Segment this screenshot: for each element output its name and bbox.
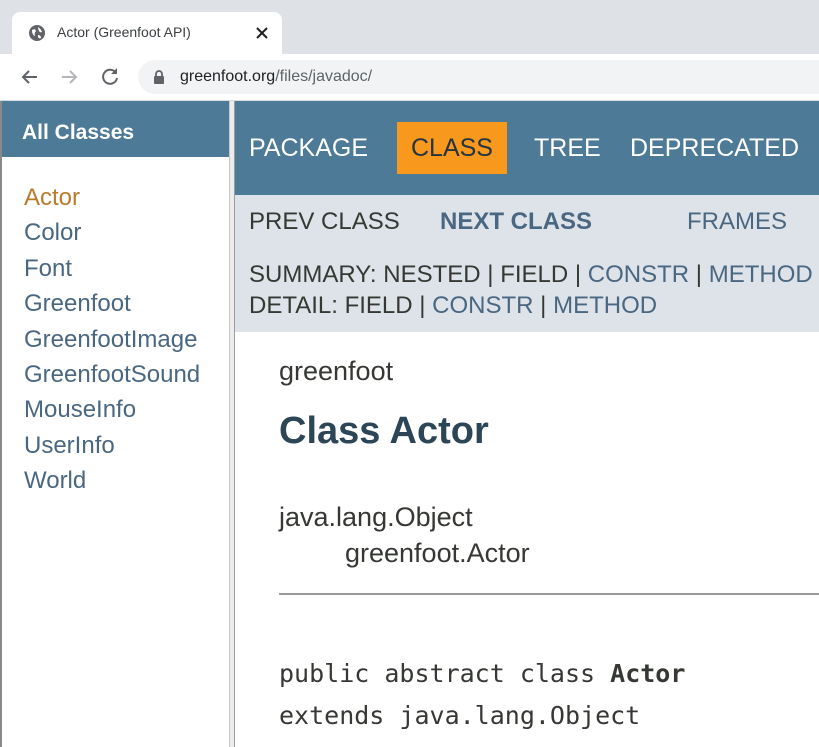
url-text: greenfoot.org/files/javadoc/ bbox=[180, 68, 372, 86]
section-divider bbox=[279, 593, 819, 595]
sub-nav-bar: PREV CLASS NEXT CLASS FRAMES SUMMARY: NE… bbox=[235, 195, 819, 332]
detail-label: DETAIL: bbox=[249, 292, 345, 319]
nav-tree[interactable]: TREE bbox=[534, 122, 601, 174]
inheritance-child: greenfoot.Actor bbox=[345, 538, 530, 568]
summary-constr-link[interactable]: CONSTR bbox=[588, 261, 689, 288]
class-link-greenfootsound[interactable]: GreenfootSound bbox=[24, 360, 200, 395]
class-link-mouseinfo[interactable]: MouseInfo bbox=[24, 395, 200, 430]
class-link-greenfoot[interactable]: Greenfoot bbox=[24, 289, 200, 324]
separator: | bbox=[480, 261, 501, 288]
summary-field: FIELD bbox=[500, 261, 569, 288]
nav-class: CLASS bbox=[397, 122, 507, 174]
url-host: greenfoot.org bbox=[180, 68, 276, 85]
summary-nested: NESTED bbox=[383, 261, 481, 288]
all-classes-title: All Classes bbox=[22, 121, 135, 144]
detail-row: DETAIL: FIELD | CONSTR | METHOD bbox=[249, 292, 657, 320]
class-declaration: public abstract class Actor bbox=[279, 659, 685, 688]
browser-tab[interactable]: Actor (Greenfoot API) bbox=[12, 12, 282, 54]
back-arrow-icon[interactable] bbox=[18, 65, 42, 89]
globe-icon bbox=[29, 25, 45, 41]
package-name: greenfoot bbox=[279, 356, 394, 386]
forward-arrow-icon[interactable] bbox=[57, 65, 81, 89]
top-nav-bar: PACKAGE CLASS TREE DEPRECATED bbox=[235, 101, 819, 195]
class-link-color[interactable]: Color bbox=[24, 218, 200, 253]
class-link-greenfootimage[interactable]: GreenfootImage bbox=[24, 325, 200, 360]
class-title: Class Actor bbox=[279, 410, 489, 452]
class-doc-frame: PACKAGE CLASS TREE DEPRECATED PREV CLASS… bbox=[235, 101, 819, 747]
class-extends: extends java.lang.Object bbox=[279, 701, 641, 730]
inheritance-root: java.lang.Object bbox=[279, 502, 473, 532]
separator: | bbox=[568, 261, 588, 288]
all-classes-frame: All Classes Actor Color Font Greenfoot G… bbox=[0, 101, 229, 747]
browser-tabstrip: Actor (Greenfoot API) bbox=[0, 0, 819, 54]
class-link-world[interactable]: World bbox=[24, 466, 200, 501]
summary-method-link[interactable]: METHOD bbox=[709, 261, 813, 288]
detail-constr-link[interactable]: CONSTR bbox=[432, 292, 533, 319]
url-path: /files/javadoc/ bbox=[275, 68, 373, 85]
decl-class-name: Actor bbox=[610, 659, 686, 688]
reload-icon[interactable] bbox=[98, 65, 122, 89]
detail-method-link[interactable]: METHOD bbox=[553, 292, 657, 319]
nav-deprecated[interactable]: DEPRECATED bbox=[630, 122, 799, 174]
frames-link[interactable]: FRAMES bbox=[687, 208, 787, 236]
nav-package[interactable]: PACKAGE bbox=[249, 122, 368, 174]
decl-prefix: public abstract class bbox=[279, 659, 611, 688]
class-link-userinfo[interactable]: UserInfo bbox=[24, 431, 200, 466]
class-link-actor[interactable]: Actor bbox=[24, 183, 200, 218]
detail-field: FIELD bbox=[344, 292, 413, 319]
all-classes-header: All Classes bbox=[2, 101, 229, 157]
prev-class-label: PREV CLASS bbox=[249, 208, 400, 235]
address-bar[interactable]: greenfoot.org/files/javadoc/ bbox=[138, 60, 819, 94]
class-link-font[interactable]: Font bbox=[24, 254, 200, 289]
lock-icon[interactable] bbox=[152, 70, 166, 84]
next-class-link[interactable]: NEXT CLASS bbox=[440, 208, 592, 236]
browser-toolbar: greenfoot.org/files/javadoc/ bbox=[0, 54, 819, 101]
class-list: Actor Color Font Greenfoot GreenfootImag… bbox=[24, 183, 200, 502]
separator: | bbox=[689, 261, 709, 288]
summary-row: SUMMARY: NESTED | FIELD | CONSTR | METHO… bbox=[249, 261, 813, 289]
summary-label: SUMMARY: bbox=[249, 261, 384, 288]
separator: | bbox=[412, 292, 433, 319]
tab-title: Actor (Greenfoot API) bbox=[57, 24, 191, 40]
separator: | bbox=[533, 292, 554, 319]
close-icon[interactable] bbox=[254, 25, 270, 41]
